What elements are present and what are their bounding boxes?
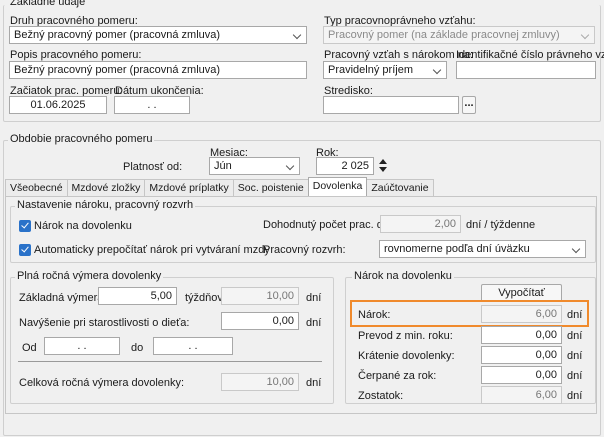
mesiac-select[interactable]: Jún [209, 157, 300, 175]
navysenie-input[interactable]: 0,00 [221, 312, 299, 330]
prevod-row-unit: dní [567, 330, 583, 342]
tab-zauctovanie[interactable]: Zaúčtovanie [366, 179, 434, 197]
kratenie-row-value[interactable]: 0,00 [481, 346, 562, 364]
spin-down-icon[interactable] [379, 167, 387, 172]
cerpane-row-label: Čerpané za rok: [358, 370, 437, 382]
tyzdnov-label: týždňov [185, 292, 223, 304]
rozvrh-label: Pracovný rozvrh: [263, 244, 346, 256]
navysenie-label: Navýšenie pri starostlivosti o dieťa: [19, 317, 190, 329]
tab-mzdove-priplatky[interactable]: Mzdové príplatky [144, 179, 234, 197]
narok-row-label: Nárok: [358, 309, 391, 321]
od-label: Od [22, 342, 37, 354]
zakladna-label: Základná výmera: [19, 292, 107, 304]
vztah-select[interactable]: Pravidelný príjem [323, 61, 447, 79]
narok-row-unit: dní [567, 309, 583, 321]
zostatok-row-unit: dní [567, 390, 583, 402]
od-input[interactable]: . . [44, 337, 120, 355]
cerpane-row-value[interactable]: 0,00 [481, 366, 562, 384]
tab-dovolenka[interactable]: Dovolenka [307, 177, 368, 198]
auto-checkbox-label: Automaticky prepočítať nárok pri vytvára… [34, 244, 270, 256]
zakladna-input[interactable]: 5,00 [98, 287, 177, 305]
narok-checkbox[interactable] [19, 220, 31, 232]
cerpane-row-unit: dní [567, 370, 583, 382]
settings-title: Nastavenie nároku, pracovný rozvrh [15, 199, 196, 212]
kratenie-row-unit: dní [567, 350, 583, 362]
dohodnuty-unit: dní / týždenne [466, 219, 536, 231]
narok-checkbox-label: Nárok na dovolenku [34, 220, 132, 232]
tab-mzdove-zlozky[interactable]: Mzdové zložky [66, 179, 146, 197]
period-title: Obdobie pracovného pomeru [8, 133, 155, 146]
dohodnuty-label: Dohodnutý počet prac. dní: [263, 219, 396, 231]
celkova-unit: dní [306, 377, 322, 389]
prevod-row-value[interactable]: 0,00 [481, 326, 562, 344]
tab-vseobecne[interactable]: Všeobecné [5, 179, 68, 197]
zostatok-row-label: Zostatok: [358, 390, 404, 402]
stredisko-input[interactable] [323, 96, 459, 114]
dohodnuty-input[interactable]: 2,00 [380, 215, 461, 233]
entitlement-title: Nárok na dovolenku [352, 270, 454, 283]
prevod-row-label: Prevod z min. roku: [358, 330, 453, 342]
tab-soc-poistenie[interactable]: Soc. poistenie [232, 179, 309, 197]
navysenie-unit: dní [306, 317, 322, 329]
typ-select[interactable]: Pracovný pomer (na základe pracovnej zml… [323, 26, 595, 44]
celkova-label: Celková ročná výmera dovolenky: [19, 377, 185, 389]
do-input[interactable]: . . [153, 337, 233, 355]
ukoncenie-input[interactable]: . . [114, 96, 190, 114]
full-annual-title: Plná ročná výmera dovolenky [15, 270, 164, 283]
spin-up-icon[interactable] [379, 159, 387, 164]
zaciatok-input[interactable]: 01.06.2025 [9, 96, 107, 114]
zostatok-row-value[interactable]: 6,00 [481, 386, 562, 404]
celkova-input[interactable]: 10,00 [221, 373, 299, 391]
kratenie-row-label: Krátenie dovolenky: [358, 350, 455, 362]
auto-checkbox[interactable] [19, 244, 31, 256]
rok-spinner[interactable] [378, 157, 388, 175]
basic-info-title: Základné údaje [8, 0, 88, 9]
rozvrh-select[interactable]: rovnomerne podľa dní úväzku [379, 240, 586, 258]
do-label: do [131, 342, 144, 354]
icpv-input[interactable] [456, 61, 596, 79]
divider [18, 361, 322, 362]
druh-select[interactable]: Bežný pracovný pomer (pracovná zmluva) [9, 26, 307, 44]
zakladna-dni-input[interactable]: 10,00 [221, 287, 299, 305]
narok-row-value[interactable]: 6,00 [481, 305, 562, 323]
popis-input[interactable]: Bežný pracovný pomer (pracovná zmluva) [9, 61, 307, 79]
zakladna-dni-unit: dní [306, 292, 322, 304]
platnost-label: Platnosť od: [123, 161, 183, 173]
tab-bar: Všeobecné Mzdové zložky Mzdové príplatky… [5, 177, 434, 198]
rok-input[interactable]: 2 025 [316, 157, 374, 175]
stredisko-browse-button[interactable]: ... [462, 96, 476, 114]
